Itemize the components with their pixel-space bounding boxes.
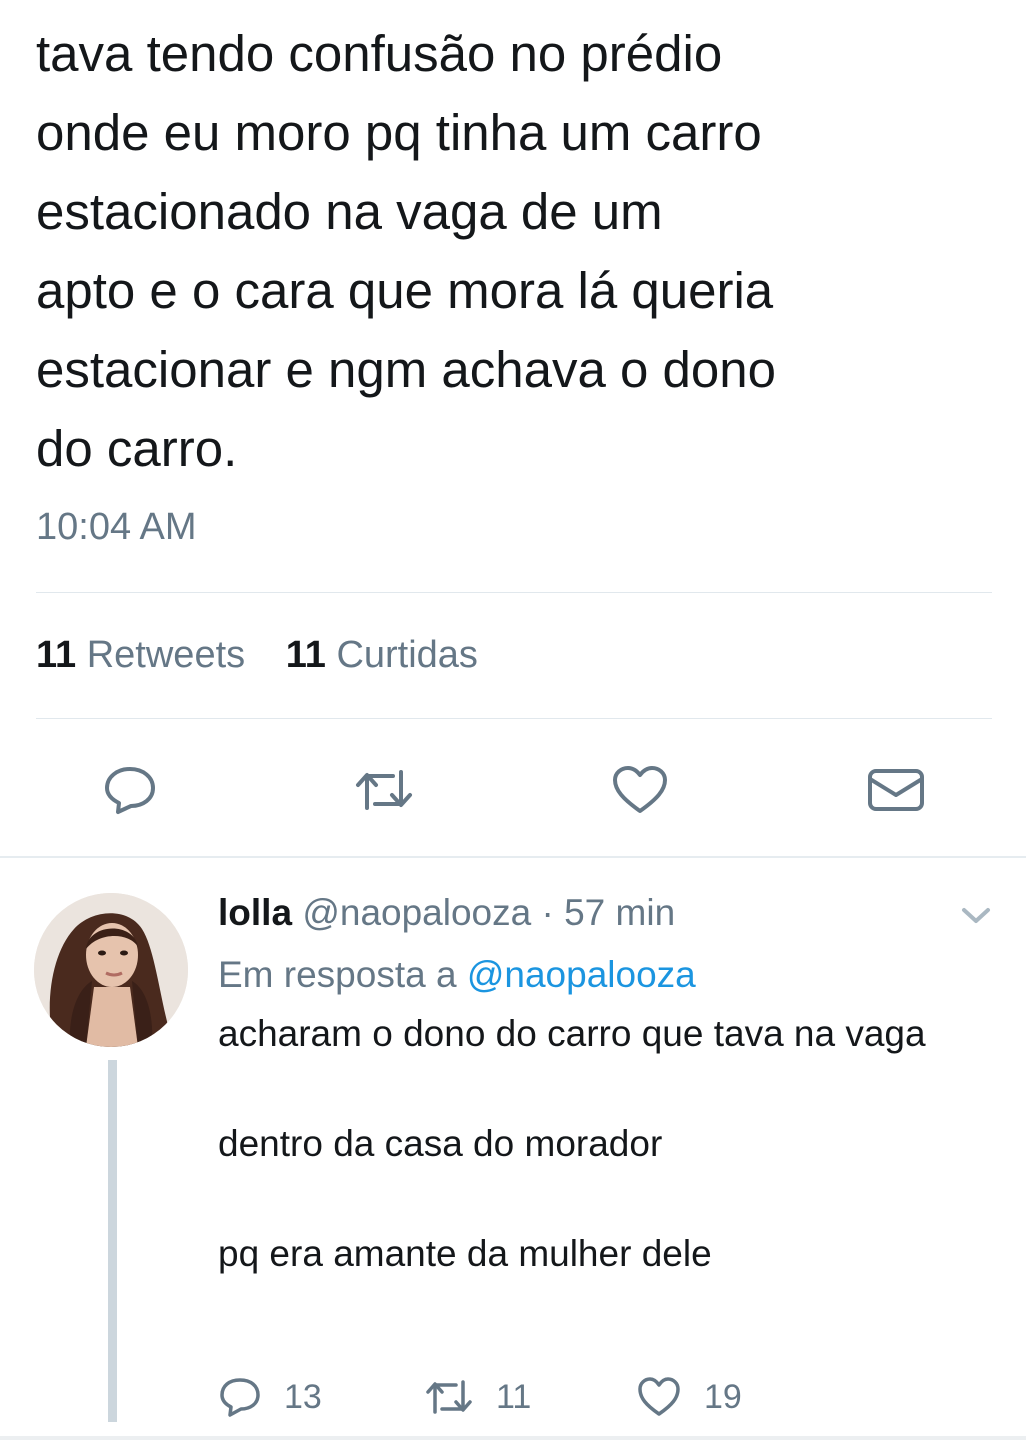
retweet-label: Retweets — [86, 634, 246, 676]
like-count: 11 — [285, 634, 326, 676]
divider — [36, 718, 992, 719]
tweet-text-line: onde eu moro pq tinha um carro — [36, 104, 762, 161]
like-button[interactable] — [610, 762, 670, 818]
tweet-stats: 11 Retweets 11 Curtidas — [36, 634, 508, 677]
tweet-text-line: estacionar e ngm achava o dono — [36, 341, 776, 398]
direct-message-button[interactable] — [866, 762, 926, 818]
thread-line — [108, 1060, 117, 1422]
reply-reply-count: 13 — [284, 1377, 322, 1416]
reply-author-name[interactable]: lolla — [218, 892, 292, 933]
bottom-divider — [0, 1436, 1026, 1440]
retweets-stat[interactable]: 11 Retweets — [36, 634, 245, 677]
reply-header: lolla @naopalooza · 57 min — [218, 886, 978, 940]
retweet-icon — [353, 766, 415, 814]
heart-icon — [636, 1376, 682, 1418]
reply-reply-button[interactable]: 13 — [218, 1374, 322, 1420]
reply-tweet[interactable]: lolla @naopalooza · 57 min Em resposta a… — [218, 886, 978, 1281]
like-label: Curtidas — [336, 634, 478, 676]
tweet-text-line: tava tendo confusão no prédio — [36, 25, 723, 82]
reply-text: acharam o dono do carro que tava na vaga… — [218, 1006, 978, 1281]
avatar[interactable] — [34, 893, 188, 1047]
retweet-count: 11 — [36, 634, 77, 676]
likes-stat[interactable]: 11 Curtidas — [286, 634, 478, 677]
retweet-icon — [424, 1377, 474, 1417]
envelope-icon — [866, 767, 926, 813]
tweet-text: tava tendo confusão no prédio onde eu mo… — [36, 14, 996, 488]
section-divider — [0, 856, 1026, 858]
retweet-button[interactable] — [354, 762, 414, 818]
tweet-text-line: estacionado na vaga de um — [36, 183, 663, 240]
divider — [36, 592, 992, 593]
reply-age[interactable]: 57 min — [564, 892, 675, 933]
reply-paragraph: pq era amante da mulher dele — [218, 1233, 712, 1274]
reply-like-count: 19 — [704, 1377, 742, 1416]
in-reply-to: Em resposta a @naopalooza — [218, 948, 978, 1002]
chevron-down-icon — [958, 900, 994, 930]
in-reply-to-handle[interactable]: @naopalooza — [467, 954, 696, 995]
reply-icon — [102, 764, 158, 816]
reply-like-button[interactable]: 19 — [636, 1374, 742, 1420]
reply-button[interactable] — [100, 762, 160, 818]
reply-paragraph: acharam o dono do carro que tava na vaga — [218, 1013, 926, 1054]
tweet-timestamp[interactable]: 10:04 AM — [36, 506, 197, 549]
tweet-text-line: apto e o cara que mora lá queria — [36, 262, 774, 319]
reply-icon — [218, 1376, 262, 1418]
in-reply-to-label: Em resposta a — [218, 954, 457, 995]
reply-retweet-button[interactable]: 11 — [424, 1374, 531, 1420]
reply-retweet-count: 11 — [496, 1377, 532, 1416]
reply-author-handle[interactable]: @naopalooza — [302, 892, 531, 933]
separator-dot: · — [541, 892, 554, 933]
heart-icon — [611, 764, 669, 816]
reply-paragraph: dentro da casa do morador — [218, 1123, 663, 1164]
more-options-button[interactable] — [958, 900, 994, 930]
tweet-text-line: do carro. — [36, 420, 238, 477]
